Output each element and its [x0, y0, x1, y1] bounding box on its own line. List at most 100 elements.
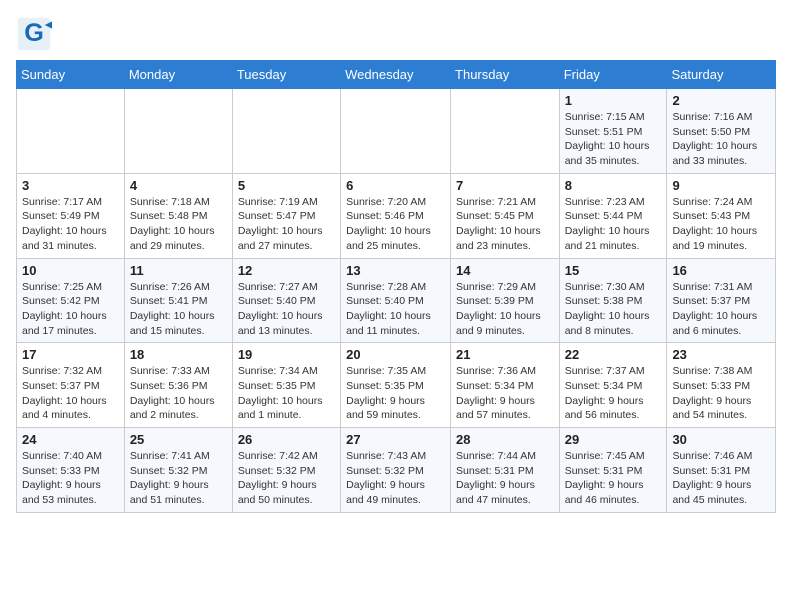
day-number: 8: [565, 178, 662, 193]
day-number: 1: [565, 93, 662, 108]
day-cell: 6 Sunrise: 7:20 AMSunset: 5:46 PMDaylight…: [341, 173, 451, 258]
col-header-wednesday: Wednesday: [341, 61, 451, 89]
day-info: Sunrise: 7:36 AMSunset: 5:34 PMDaylight:…: [456, 364, 554, 423]
day-number: 18: [130, 347, 227, 362]
day-cell: 11 Sunrise: 7:26 AMSunset: 5:41 PMDayligh…: [124, 258, 232, 343]
day-number: 9: [672, 178, 770, 193]
day-number: 10: [22, 263, 119, 278]
day-number: 17: [22, 347, 119, 362]
day-number: 22: [565, 347, 662, 362]
day-number: 29: [565, 432, 662, 447]
day-cell: 18 Sunrise: 7:33 AMSunset: 5:36 PMDayligh…: [124, 343, 232, 428]
day-cell: [341, 89, 451, 174]
day-cell: 25 Sunrise: 7:41 AMSunset: 5:32 PMDayligh…: [124, 428, 232, 513]
week-row-3: 10Sunrise: 7:25 AMSunset: 5:42 PMDayligh…: [17, 258, 776, 343]
day-number: 19: [238, 347, 335, 362]
day-info: Sunrise: 7:26 AMSunset: 5:41 PMDaylight:…: [130, 280, 227, 339]
day-cell: 14 Sunrise: 7:29 AMSunset: 5:39 PMDayligh…: [451, 258, 560, 343]
col-header-monday: Monday: [124, 61, 232, 89]
day-number: 13: [346, 263, 445, 278]
day-cell: 19 Sunrise: 7:34 AMSunset: 5:35 PMDayligh…: [232, 343, 340, 428]
day-number: 14: [456, 263, 554, 278]
week-row-5: 24Sunrise: 7:40 AMSunset: 5:33 PMDayligh…: [17, 428, 776, 513]
day-cell: 7 Sunrise: 7:21 AMSunset: 5:45 PMDaylight…: [451, 173, 560, 258]
day-number: 28: [456, 432, 554, 447]
day-info: Sunrise: 7:27 AMSunset: 5:40 PMDaylight:…: [238, 280, 335, 339]
day-info: Sunrise: 7:33 AMSunset: 5:36 PMDaylight:…: [130, 364, 227, 423]
day-info: Sunrise: 7:31 AMSunset: 5:37 PMDaylight:…: [672, 280, 770, 339]
day-cell: 2Sunrise: 7:16 AMSunset: 5:50 PMDaylight…: [667, 89, 776, 174]
day-info: Sunrise: 7:28 AMSunset: 5:40 PMDaylight:…: [346, 280, 445, 339]
day-cell: 20 Sunrise: 7:35 AMSunset: 5:35 PMDayligh…: [341, 343, 451, 428]
day-info: Sunrise: 7:15 AMSunset: 5:51 PMDaylight:…: [565, 110, 662, 169]
day-number: 6: [346, 178, 445, 193]
day-info: Sunrise: 7:45 AMSunset: 5:31 PMDaylight:…: [565, 449, 662, 508]
calendar-table: SundayMondayTuesdayWednesdayThursdayFrid…: [16, 60, 776, 513]
day-cell: 17 Sunrise: 7:32 AMSunset: 5:37 PMDayligh…: [17, 343, 125, 428]
page-header: G: [16, 16, 776, 52]
day-number: 7: [456, 178, 554, 193]
logo: G: [16, 16, 56, 52]
day-number: 11: [130, 263, 227, 278]
day-number: 21: [456, 347, 554, 362]
day-info: Sunrise: 7:20 AMSunset: 5:46 PMDaylight:…: [346, 195, 445, 254]
week-row-2: 3Sunrise: 7:17 AMSunset: 5:49 PMDaylight…: [17, 173, 776, 258]
day-info: Sunrise: 7:18 AMSunset: 5:48 PMDaylight:…: [130, 195, 227, 254]
col-header-thursday: Thursday: [451, 61, 560, 89]
day-cell: 26Sunrise: 7:42 AMSunset: 5:32 PMDayligh…: [232, 428, 340, 513]
day-cell: 28 Sunrise: 7:44 AMSunset: 5:31 PMDayligh…: [451, 428, 560, 513]
day-cell: 16Sunrise: 7:31 AMSunset: 5:37 PMDayligh…: [667, 258, 776, 343]
col-header-friday: Friday: [559, 61, 667, 89]
col-header-saturday: Saturday: [667, 61, 776, 89]
col-header-tuesday: Tuesday: [232, 61, 340, 89]
day-info: Sunrise: 7:19 AMSunset: 5:47 PMDaylight:…: [238, 195, 335, 254]
day-number: 24: [22, 432, 119, 447]
day-cell: 24Sunrise: 7:40 AMSunset: 5:33 PMDayligh…: [17, 428, 125, 513]
day-number: 5: [238, 178, 335, 193]
week-row-1: 1 Sunrise: 7:15 AMSunset: 5:51 PMDaylight…: [17, 89, 776, 174]
day-cell: [232, 89, 340, 174]
day-info: Sunrise: 7:35 AMSunset: 5:35 PMDaylight:…: [346, 364, 445, 423]
day-cell: 30 Sunrise: 7:46 AMSunset: 5:31 PMDayligh…: [667, 428, 776, 513]
day-info: Sunrise: 7:38 AMSunset: 5:33 PMDaylight:…: [672, 364, 770, 423]
day-number: 15: [565, 263, 662, 278]
day-info: Sunrise: 7:37 AMSunset: 5:34 PMDaylight:…: [565, 364, 662, 423]
day-info: Sunrise: 7:21 AMSunset: 5:45 PMDaylight:…: [456, 195, 554, 254]
svg-text:G: G: [24, 19, 44, 47]
day-number: 26: [238, 432, 335, 447]
day-number: 23: [672, 347, 770, 362]
day-cell: 22 Sunrise: 7:37 AMSunset: 5:34 PMDayligh…: [559, 343, 667, 428]
day-info: Sunrise: 7:24 AMSunset: 5:43 PMDaylight:…: [672, 195, 770, 254]
day-cell: 9 Sunrise: 7:24 AMSunset: 5:43 PMDaylight…: [667, 173, 776, 258]
day-cell: 1 Sunrise: 7:15 AMSunset: 5:51 PMDaylight…: [559, 89, 667, 174]
header-row: SundayMondayTuesdayWednesdayThursdayFrid…: [17, 61, 776, 89]
day-number: 20: [346, 347, 445, 362]
day-number: 27: [346, 432, 445, 447]
day-cell: 27 Sunrise: 7:43 AMSunset: 5:32 PMDayligh…: [341, 428, 451, 513]
day-info: Sunrise: 7:34 AMSunset: 5:35 PMDaylight:…: [238, 364, 335, 423]
day-cell: 13 Sunrise: 7:28 AMSunset: 5:40 PMDayligh…: [341, 258, 451, 343]
day-cell: 12Sunrise: 7:27 AMSunset: 5:40 PMDayligh…: [232, 258, 340, 343]
day-cell: 15 Sunrise: 7:30 AMSunset: 5:38 PMDayligh…: [559, 258, 667, 343]
day-info: Sunrise: 7:32 AMSunset: 5:37 PMDaylight:…: [22, 364, 119, 423]
day-number: 4: [130, 178, 227, 193]
day-cell: 21 Sunrise: 7:36 AMSunset: 5:34 PMDayligh…: [451, 343, 560, 428]
day-info: Sunrise: 7:41 AMSunset: 5:32 PMDaylight:…: [130, 449, 227, 508]
day-info: Sunrise: 7:44 AMSunset: 5:31 PMDaylight:…: [456, 449, 554, 508]
day-info: Sunrise: 7:46 AMSunset: 5:31 PMDaylight:…: [672, 449, 770, 508]
day-cell: [124, 89, 232, 174]
day-cell: [451, 89, 560, 174]
day-cell: 4 Sunrise: 7:18 AMSunset: 5:48 PMDaylight…: [124, 173, 232, 258]
day-cell: [17, 89, 125, 174]
day-info: Sunrise: 7:29 AMSunset: 5:39 PMDaylight:…: [456, 280, 554, 339]
col-header-sunday: Sunday: [17, 61, 125, 89]
day-cell: 3Sunrise: 7:17 AMSunset: 5:49 PMDaylight…: [17, 173, 125, 258]
day-info: Sunrise: 7:43 AMSunset: 5:32 PMDaylight:…: [346, 449, 445, 508]
day-cell: 23 Sunrise: 7:38 AMSunset: 5:33 PMDayligh…: [667, 343, 776, 428]
day-info: Sunrise: 7:30 AMSunset: 5:38 PMDaylight:…: [565, 280, 662, 339]
day-number: 25: [130, 432, 227, 447]
day-number: 3: [22, 178, 119, 193]
logo-icon: G: [16, 16, 52, 52]
day-number: 30: [672, 432, 770, 447]
day-number: 2: [672, 93, 770, 108]
